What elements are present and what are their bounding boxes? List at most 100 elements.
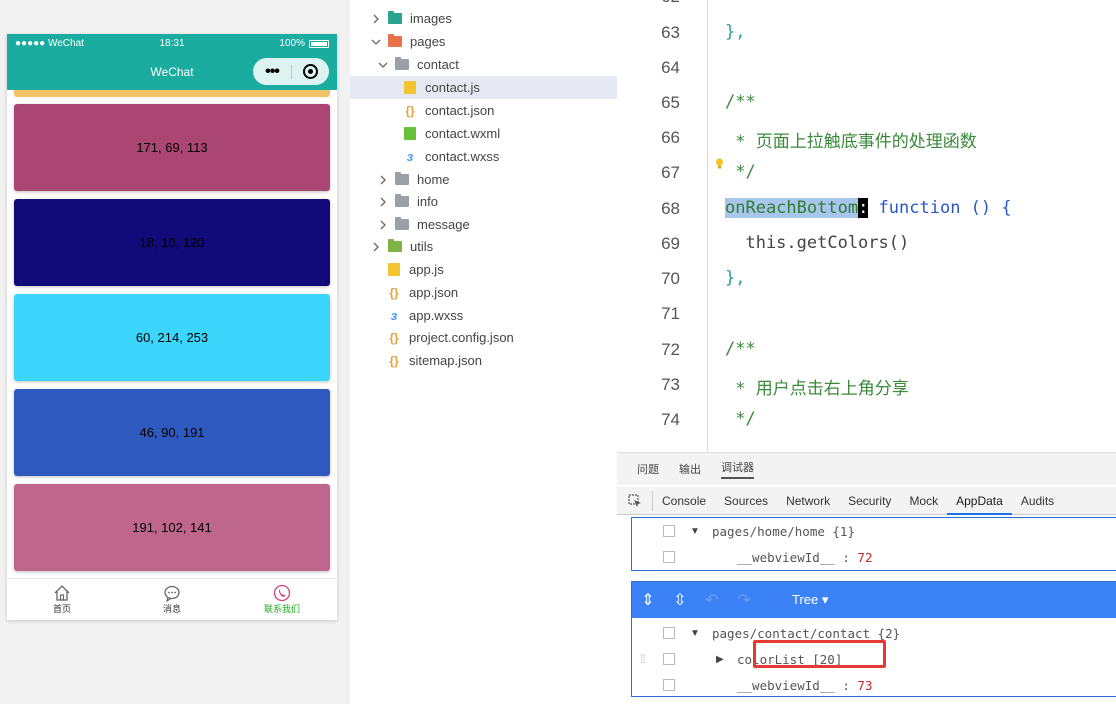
row-checkbox[interactable] bbox=[663, 551, 675, 563]
undo-icon[interactable]: ↶ bbox=[696, 590, 728, 610]
view-mode-dropdown[interactable]: Tree ▾ bbox=[792, 592, 828, 608]
tab-home[interactable]: 首页 bbox=[7, 579, 117, 620]
row-checkbox[interactable] bbox=[663, 679, 675, 691]
code-line: 65 /** bbox=[617, 86, 1116, 121]
tab-sources[interactable]: Sources bbox=[715, 487, 777, 515]
color-block-partial bbox=[14, 90, 330, 97]
tab-messages[interactable]: 消息 bbox=[117, 579, 227, 620]
tree-item-label: app.json bbox=[409, 285, 459, 300]
tree-toolbar: ⇕ ⇳ ↶ ↷ Tree ▾ bbox=[632, 582, 1116, 618]
tab-appdata[interactable]: AppData bbox=[947, 487, 1012, 515]
triangle-down-icon[interactable]: ▼ bbox=[690, 526, 700, 537]
lightbulb-icon[interactable] bbox=[715, 158, 724, 170]
tab-mock[interactable]: Mock bbox=[900, 487, 947, 515]
tree-item-contact[interactable]: contact bbox=[350, 53, 617, 76]
tree-item-contact-wxss[interactable]: з contact.wxss bbox=[350, 145, 617, 168]
line-number: 65 bbox=[661, 93, 680, 112]
line-number: 63 bbox=[661, 23, 680, 42]
code-text: */ bbox=[725, 409, 756, 429]
tree-item-app-json[interactable]: {} app.json bbox=[350, 281, 617, 304]
tab-messages-label: 消息 bbox=[162, 604, 181, 614]
tab-home-label: 首页 bbox=[52, 604, 71, 614]
code-text: * 页面上拉触底事件的处理函数 bbox=[725, 132, 977, 152]
more-icon[interactable]: ••• bbox=[253, 58, 291, 85]
tree-item-project-config[interactable]: {} project.config.json bbox=[350, 326, 617, 349]
tree-item-utils[interactable]: utils bbox=[350, 235, 617, 258]
tab-debugger[interactable]: 调试器 bbox=[721, 459, 754, 479]
annotation-highlight bbox=[753, 640, 886, 668]
collapse-all-icon[interactable]: ⇳ bbox=[664, 590, 696, 610]
color-block: 60, 214, 253 bbox=[14, 294, 330, 381]
webview-id-value: 72 bbox=[857, 549, 873, 565]
close-miniprogram-button[interactable] bbox=[292, 64, 329, 79]
tab-problems[interactable]: 问题 bbox=[637, 461, 659, 477]
tree-row[interactable]: __webviewId__ : 72 bbox=[632, 544, 1116, 570]
color-block-label: 18, 10, 120 bbox=[139, 235, 205, 250]
tree-row[interactable]: __webviewId__ : 73 bbox=[632, 672, 1116, 698]
tree-row[interactable]: ▼ pages/home/home {1} bbox=[632, 518, 1116, 544]
cursor-icon bbox=[627, 493, 641, 507]
expand-all-icon[interactable]: ⇕ bbox=[632, 590, 664, 610]
tab-contact[interactable]: 联系我们 bbox=[227, 579, 337, 620]
js-file-icon bbox=[387, 263, 401, 277]
tree-item-message[interactable]: message bbox=[350, 213, 617, 236]
green-folder-icon bbox=[388, 239, 402, 254]
triangle-right-icon[interactable]: ▶ bbox=[716, 654, 724, 665]
separator: : bbox=[834, 549, 858, 565]
chevron-right-icon bbox=[370, 241, 382, 253]
color-block-label: 60, 214, 253 bbox=[135, 330, 209, 345]
separator: : bbox=[834, 677, 858, 693]
color-block-label: 46, 90, 191 bbox=[139, 425, 205, 440]
code-text: this.getColors() bbox=[725, 233, 910, 253]
status-bar: ●●●●● WeChat 18:31 100% bbox=[7, 34, 337, 54]
page-path: pages/contact/contact {2} bbox=[712, 625, 901, 641]
tab-output[interactable]: 输出 bbox=[679, 461, 701, 477]
json-file-icon: {} bbox=[389, 330, 399, 345]
line-number: 72 bbox=[661, 340, 680, 359]
color-block: 171, 69, 113 bbox=[14, 104, 330, 191]
code-line: 66 * 页面上拉触底事件的处理函数 bbox=[617, 121, 1116, 156]
tree-item-app-js[interactable]: app.js bbox=[350, 258, 617, 281]
battery-icon bbox=[309, 39, 329, 48]
tab-console[interactable]: Console bbox=[653, 487, 715, 515]
tree-item-pages[interactable]: pages bbox=[350, 30, 617, 53]
code-line: 67 */ bbox=[617, 156, 1116, 191]
tree-item-app-wxss[interactable]: з app.wxss bbox=[350, 304, 617, 327]
tree-item-sitemap[interactable]: {} sitemap.json bbox=[350, 349, 617, 372]
code-editor[interactable]: 62 63 }, 64 65 /** 66 * 页面上拉触底事件的处理函数 67… bbox=[617, 0, 1116, 452]
triangle-down-icon[interactable]: ▼ bbox=[690, 628, 700, 639]
tab-security[interactable]: Security bbox=[839, 487, 900, 515]
tree-item-info[interactable]: info bbox=[350, 190, 617, 213]
row-checkbox[interactable] bbox=[663, 627, 675, 639]
code-line: 64 bbox=[617, 51, 1116, 86]
tree-item-home[interactable]: home bbox=[350, 168, 617, 191]
tree-item-images[interactable]: images bbox=[350, 7, 617, 30]
tree-item-contact-wxml[interactable]: contact.wxml bbox=[350, 122, 617, 145]
color-block: 46, 90, 191 bbox=[14, 389, 330, 476]
tree-item-label: utils bbox=[410, 239, 434, 254]
selected-text: onReachBottom bbox=[725, 198, 859, 218]
row-checkbox[interactable] bbox=[663, 525, 675, 537]
code-text: */ bbox=[725, 162, 756, 182]
drag-handle-icon[interactable]: ⁞⁞ bbox=[640, 652, 646, 666]
code-line: 68 onReachBottom: function () { bbox=[617, 192, 1116, 227]
tab-audits[interactable]: Audits bbox=[1012, 487, 1063, 515]
menu-capsule: ••• bbox=[253, 58, 329, 85]
inspect-element-button[interactable] bbox=[617, 490, 653, 511]
devtools-window: ●●●●● WeChat 18:31 100% WeChat ••• 171, … bbox=[0, 0, 1116, 704]
cursor-highlight: : bbox=[858, 198, 869, 218]
redo-icon[interactable]: ↷ bbox=[728, 590, 760, 610]
chevron-right-icon bbox=[377, 196, 389, 208]
code-line: 62 bbox=[617, 0, 1116, 15]
navigation-bar: WeChat ••• bbox=[7, 54, 337, 90]
json-file-icon: {} bbox=[389, 285, 399, 300]
line-number: 71 bbox=[661, 304, 680, 323]
color-list[interactable]: 171, 69, 113 18, 10, 120 60, 214, 253 46… bbox=[7, 90, 337, 578]
line-number: 73 bbox=[661, 375, 680, 394]
tab-network[interactable]: Network bbox=[777, 487, 839, 515]
tree-item-contact-js[interactable]: contact.js bbox=[350, 76, 617, 99]
row-checkbox[interactable] bbox=[663, 653, 675, 665]
webview-id-row: __webviewId__ : 72 bbox=[737, 550, 872, 565]
chevron-down-icon bbox=[377, 59, 389, 71]
tree-item-contact-json[interactable]: {} contact.json bbox=[350, 99, 617, 122]
